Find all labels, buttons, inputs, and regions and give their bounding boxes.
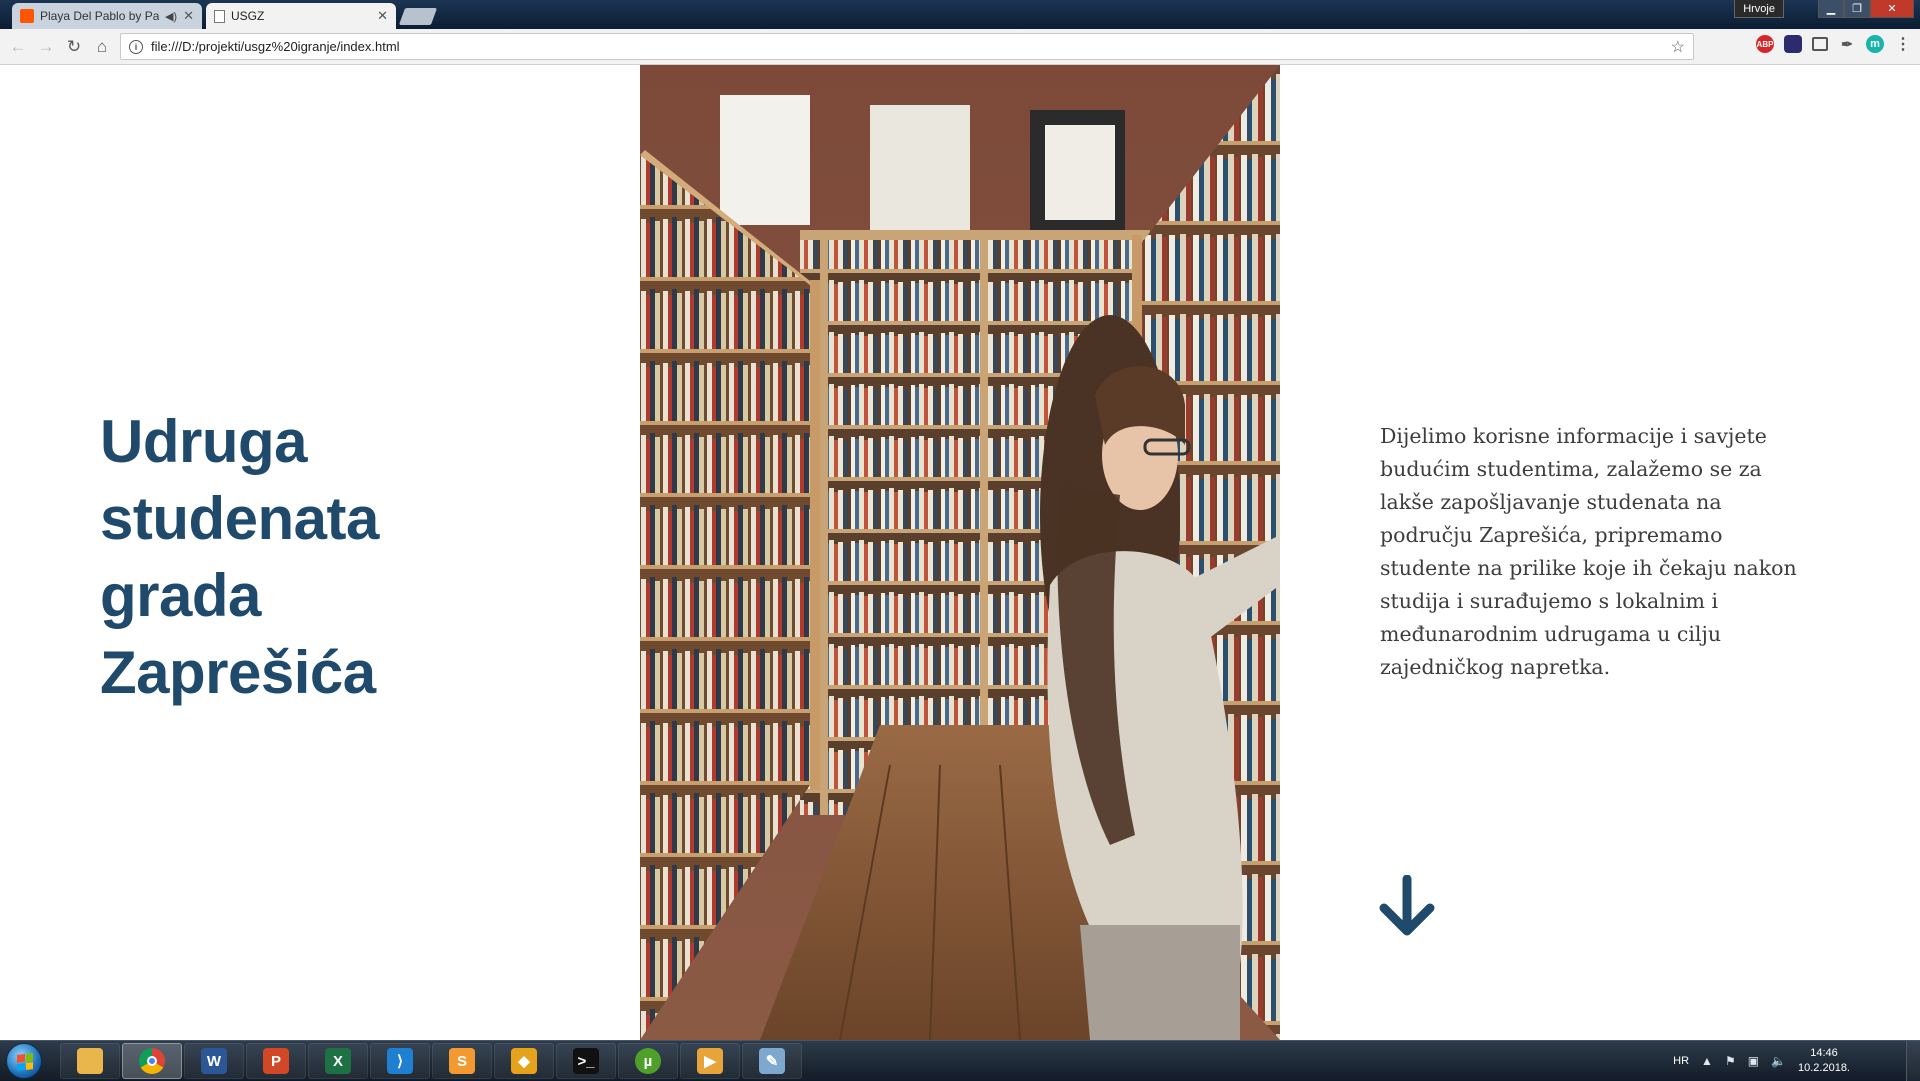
network-icon[interactable]: ▣ — [1748, 1054, 1759, 1068]
close-tab-icon[interactable]: ✕ — [183, 8, 194, 24]
close-window-button[interactable]: ✕ — [1870, 0, 1914, 18]
adblock-plus-icon[interactable]: ABP — [1756, 35, 1774, 53]
excel-icon: X — [325, 1048, 351, 1074]
bookmark-star-icon[interactable]: ☆ — [1671, 37, 1685, 57]
title-line: Zaprešića — [100, 639, 376, 706]
windows-logo-icon — [17, 1053, 33, 1071]
clock[interactable]: 14:46 10.2.2018. — [1798, 1046, 1850, 1076]
description-line: budućim studentima, zalažemo se za — [1380, 457, 1762, 481]
show-hidden-icons-icon[interactable]: ▲ — [1701, 1054, 1713, 1068]
title-line: studenata — [100, 485, 379, 552]
about-description: Dijelimo korisne informacije i savjete b… — [1380, 420, 1820, 684]
title-line: Udruga — [100, 408, 308, 475]
powerpoint-icon: P — [263, 1048, 289, 1074]
taskbar-button[interactable]: >_ — [556, 1043, 616, 1079]
screenshot-icon[interactable] — [1812, 37, 1828, 51]
minimize-button[interactable]: ▁ — [1818, 0, 1844, 18]
taskbar-button[interactable]: X — [308, 1043, 368, 1079]
title-line: grada — [100, 562, 261, 629]
back-button[interactable]: ← — [4, 33, 32, 61]
chrome-center-icon — [147, 1056, 157, 1066]
web-page: Udruga studenata grada Zaprešića Dijelim… — [0, 65, 1920, 1040]
terminal-icon: >_ — [573, 1048, 599, 1074]
home-button[interactable]: ⌂ — [88, 33, 116, 61]
description-line: području Zaprešića, pripremamo — [1380, 523, 1723, 547]
windows-taskbar: W P X ⟩ S ◆ >_ µ ▶ ✎ HR ▲ ⚑ ▣ 🔈 14:46 10.2.2018. — [0, 1040, 1920, 1081]
reload-button[interactable]: ↻ — [60, 33, 88, 61]
clock-date: 10.2.2018. — [1798, 1062, 1850, 1074]
tab-playa-del-pablo[interactable]: Playa Del Pablo by Pa ◀) ✕ — [12, 3, 202, 29]
clock-time: 14:46 — [1810, 1047, 1838, 1059]
browser-titlebar: Playa Del Pablo by Pa ◀) ✕ USGZ ✕ Hrvoje… — [0, 0, 1920, 29]
extension-icon[interactable] — [1784, 35, 1802, 53]
close-tab-icon[interactable]: ✕ — [377, 8, 388, 24]
volume-icon[interactable]: 🔈 — [1771, 1054, 1786, 1068]
window-controls: ▁ ❐ ✕ — [1818, 0, 1914, 18]
taskbar-pinned-apps: W P X ⟩ S ◆ >_ µ ▶ ✎ — [60, 1043, 802, 1079]
soundcloud-icon — [20, 9, 34, 23]
profile-button[interactable]: Hrvoje — [1734, 0, 1784, 18]
menu-icon[interactable]: ⋮ — [1894, 35, 1912, 53]
taskbar-button[interactable]: ▶ — [680, 1043, 740, 1079]
tab-usgz[interactable]: USGZ ✕ — [206, 3, 396, 29]
utorrent-icon: µ — [635, 1048, 661, 1074]
taskbar-button[interactable]: ⟩ — [370, 1043, 430, 1079]
git-icon: ◆ — [511, 1048, 537, 1074]
description-line: studente na prilike koje ih čekaju nakon — [1380, 556, 1797, 580]
m-extension-icon[interactable]: m — [1866, 35, 1884, 53]
taskbar-button[interactable] — [60, 1043, 120, 1079]
page-title: Udruga studenata grada Zaprešića — [100, 403, 520, 711]
taskbar-button[interactable]: ✎ — [742, 1043, 802, 1079]
taskbar-button[interactable] — [122, 1043, 182, 1079]
taskbar-button[interactable]: W — [184, 1043, 244, 1079]
sublime-text-icon: S — [449, 1048, 475, 1074]
new-tab-button[interactable] — [398, 8, 438, 25]
show-desktop-button[interactable] — [1906, 1041, 1920, 1081]
forward-button[interactable]: → — [32, 33, 60, 61]
chrome-icon — [139, 1048, 165, 1074]
eyedropper-icon[interactable]: ✒ — [1838, 35, 1856, 53]
action-center-flag-icon[interactable]: ⚑ — [1725, 1054, 1736, 1068]
media-player-icon: ▶ — [697, 1048, 723, 1074]
description-line: međunarodnim udrugama u cilju — [1380, 622, 1722, 646]
description-line: lakše zapošljavanje studenata na — [1380, 490, 1722, 514]
taskbar-button[interactable]: P — [246, 1043, 306, 1079]
system-tray: HR ▲ ⚑ ▣ 🔈 14:46 10.2.2018. — [1673, 1041, 1850, 1081]
browser-toolbar: ← → ↻ ⌂ i file:///D:/projekti/usgz%20igr… — [0, 29, 1920, 65]
tab-title: USGZ — [231, 9, 265, 23]
description-line: Dijelimo korisne informacije i savjete — [1380, 424, 1767, 448]
hero-photo-bookstore — [640, 65, 1280, 1040]
word-icon: W — [201, 1048, 227, 1074]
address-bar[interactable]: i file:///D:/projekti/usgz%20igranje/ind… — [120, 33, 1694, 60]
speaker-icon[interactable]: ◀) — [165, 10, 177, 23]
document-icon — [214, 9, 225, 23]
taskbar-button[interactable]: S — [432, 1043, 492, 1079]
paint-icon: ✎ — [759, 1048, 785, 1074]
start-button[interactable] — [6, 1043, 42, 1079]
address-url[interactable]: file:///D:/projekti/usgz%20igranje/index… — [151, 39, 1671, 54]
language-indicator[interactable]: HR — [1673, 1055, 1689, 1067]
description-line: studija i surađujemo s lokalnim i — [1380, 589, 1719, 613]
taskbar-button[interactable]: µ — [618, 1043, 678, 1079]
tab-title: Playa Del Pablo by Pa — [40, 9, 159, 23]
taskbar-button[interactable]: ◆ — [494, 1043, 554, 1079]
scroll-down-arrow-icon[interactable] — [1378, 874, 1436, 939]
restore-button[interactable]: ❐ — [1844, 0, 1870, 18]
vscode-icon: ⟩ — [387, 1048, 413, 1074]
description-line: zajedničkog napretka. — [1380, 655, 1611, 679]
extensions-area: ABP ✒ m ⋮ — [1756, 35, 1912, 53]
info-icon[interactable]: i — [129, 39, 143, 54]
file-explorer-icon — [77, 1048, 103, 1074]
